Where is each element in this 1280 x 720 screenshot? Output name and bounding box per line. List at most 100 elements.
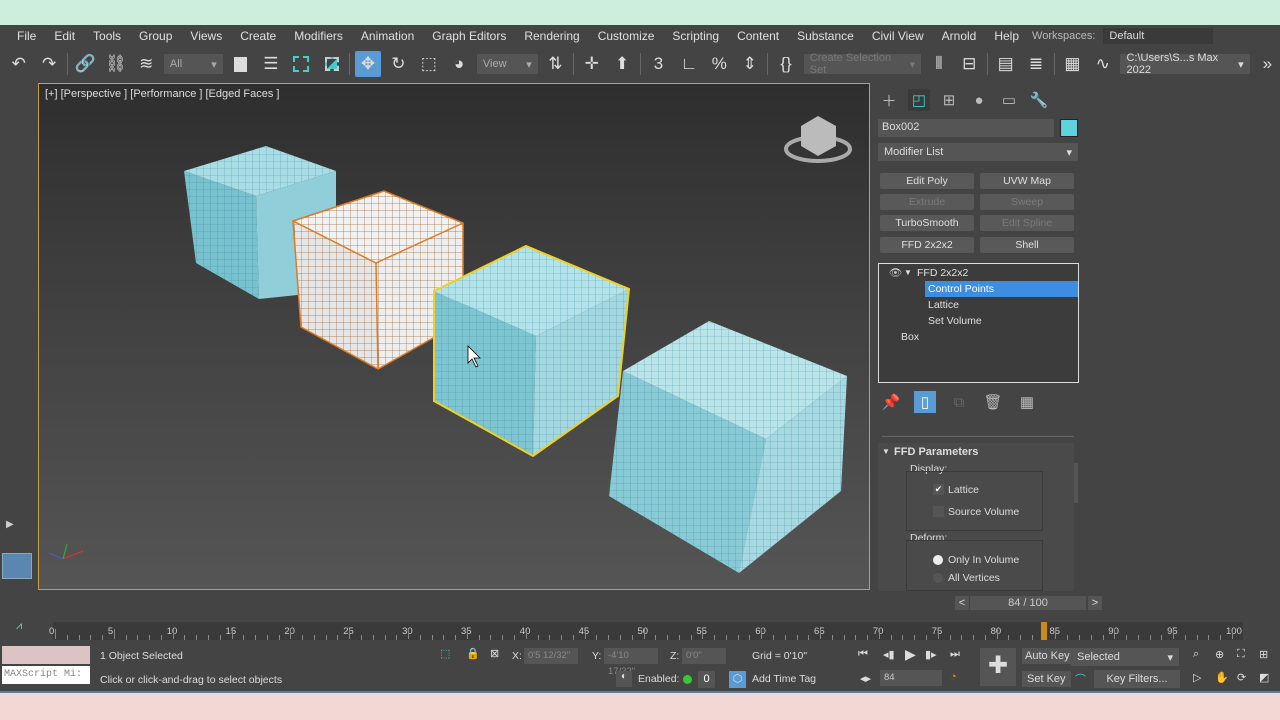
select-object-icon[interactable]	[228, 51, 253, 77]
unlink-icon[interactable]: ⛓	[103, 51, 128, 77]
set-key-button[interactable]: Set Key	[1022, 671, 1071, 687]
x-coordinate-field[interactable]: 0'5 12/32"	[524, 648, 578, 664]
time-slider[interactable]: 84 / 100	[970, 596, 1086, 610]
isolate-selection-icon[interactable]: ⬚	[440, 647, 450, 660]
window-crossing-icon[interactable]	[319, 51, 344, 77]
zero-counter-button[interactable]: 0	[698, 671, 715, 688]
stack-item-ffd[interactable]: FFD 2x2x2	[917, 265, 968, 281]
menu-views[interactable]: Views	[181, 29, 231, 43]
time-configuration-icon[interactable]: ◔	[950, 671, 957, 683]
keyboard-shortcut-override-icon[interactable]: ⬆	[609, 51, 634, 77]
selection-lock-icon[interactable]: 🔒	[466, 647, 480, 660]
only-in-volume-radio[interactable]	[933, 555, 943, 565]
rectangular-selection-icon[interactable]	[289, 51, 314, 77]
stack-item-lattice[interactable]: Lattice	[928, 297, 959, 313]
key-mode-toggle-icon[interactable]: ◂▸	[860, 672, 871, 685]
absolute-mode-icon[interactable]: ⊠	[490, 647, 499, 660]
menu-tools[interactable]: Tools	[84, 29, 130, 43]
zoom-icon[interactable]: ⌕	[1193, 648, 1199, 661]
modify-tab-icon[interactable]: ◰	[908, 89, 930, 111]
scale-icon[interactable]: ⬚	[416, 51, 441, 77]
edit-poly-button[interactable]: Edit Poly	[880, 173, 974, 189]
current-frame-field[interactable]: 84	[880, 670, 942, 686]
auto-key-button[interactable]: Auto Key	[1022, 648, 1073, 664]
menu-create[interactable]: Create	[231, 29, 285, 43]
current-frame-marker[interactable]	[1040, 622, 1047, 640]
scene-explorer-icon[interactable]: ▤	[993, 51, 1018, 77]
all-vertices-radio[interactable]	[933, 573, 943, 583]
object-name-field[interactable]: Box002	[878, 119, 1054, 137]
y-coordinate-field[interactable]: -4'10 17/32"	[604, 648, 658, 677]
rotate-icon[interactable]: ↻	[386, 51, 411, 77]
hierarchy-tab-icon[interactable]: ⊞	[938, 89, 960, 111]
reference-coordinate-dropdown[interactable]: View ▾	[476, 54, 538, 74]
menu-substance[interactable]: Substance	[788, 29, 863, 43]
expand-triangle-icon[interactable]: ▼	[904, 265, 912, 281]
menu-animation[interactable]: Animation	[352, 29, 423, 43]
go-to-start-icon[interactable]: ⏮	[858, 648, 868, 661]
adaptive-degradation-icon[interactable]: ◐	[616, 671, 632, 687]
curve-editor-icon[interactable]: ∿	[1090, 51, 1115, 77]
menu-file[interactable]: File	[8, 29, 45, 43]
zoom-extents-all-icon[interactable]: ⊞	[1259, 648, 1268, 661]
edit-spline-button[interactable]: Edit Spline	[980, 215, 1074, 231]
viewport-layout-icon[interactable]	[2, 553, 32, 579]
stack-item-control-points[interactable]: Control Points	[925, 281, 1078, 297]
pin-stack-icon[interactable]: 📌	[880, 391, 902, 413]
workspace-dropdown[interactable]: Default	[1103, 28, 1214, 44]
make-unique-icon[interactable]: ⧉	[948, 391, 970, 413]
move-icon[interactable]: ✥	[355, 51, 381, 77]
perspective-viewport[interactable]: [+] [Perspective ] [Performance ] [Edged…	[38, 83, 870, 590]
box-front[interactable]	[609, 321, 847, 573]
menu-edit[interactable]: Edit	[45, 29, 84, 43]
create-selection-set-dropdown[interactable]: Create Selection Set ▾	[803, 52, 922, 76]
set-key-big-button[interactable]: ✚	[980, 648, 1016, 686]
select-by-name-icon[interactable]: ☰	[258, 51, 283, 77]
next-frame-icon[interactable]: ▮▸	[925, 648, 937, 661]
menu-rendering[interactable]: Rendering	[515, 29, 588, 43]
pivot-center-icon[interactable]: ⇅	[543, 51, 568, 77]
more-tools-icon[interactable]: »	[1255, 51, 1280, 77]
key-filters-button[interactable]: Key Filters...	[1094, 670, 1180, 688]
key-mode-dropdown[interactable]: Selected ▾	[1071, 648, 1179, 666]
rollout-title[interactable]: FFD Parameters	[894, 446, 978, 458]
align-icon[interactable]: ⊟	[957, 51, 982, 77]
go-to-end-icon[interactable]: ⏭	[950, 648, 960, 661]
stack-item-set-volume[interactable]: Set Volume	[928, 313, 982, 329]
field-of-view-icon[interactable]: ▷	[1193, 671, 1201, 684]
curve-editor-toggle-icon[interactable]: ⩘	[16, 620, 22, 633]
pan-view-icon[interactable]: ✋	[1215, 671, 1229, 684]
select-manipulate-icon[interactable]: ✛	[579, 51, 604, 77]
next-frame-button[interactable]: >	[1088, 596, 1102, 610]
z-coordinate-field[interactable]: 0'0"	[682, 648, 726, 664]
remove-modifier-icon[interactable]: 🗑	[982, 391, 1004, 413]
viewcube-icon[interactable]	[784, 116, 852, 163]
menu-graph-editors[interactable]: Graph Editors	[423, 29, 515, 43]
toggle-ribbon-icon[interactable]: ▦	[1060, 51, 1085, 77]
extrude-button[interactable]: Extrude	[880, 194, 974, 210]
prev-frame-button[interactable]: <	[955, 596, 969, 610]
display-tab-icon[interactable]: ▭	[998, 89, 1020, 111]
utilities-tab-icon[interactable]: 🔧	[1028, 89, 1050, 111]
modifier-list-dropdown[interactable]: Modifier List ▾	[878, 143, 1078, 161]
turbosmooth-button[interactable]: TurboSmooth	[880, 215, 974, 231]
menu-modifiers[interactable]: Modifiers	[285, 29, 352, 43]
ffd-button[interactable]: FFD 2x2x2	[880, 237, 974, 253]
spinner-snap-icon[interactable]: ⇕	[737, 51, 762, 77]
placement-icon[interactable]: ◕	[447, 51, 472, 77]
shell-button[interactable]: Shell	[980, 237, 1074, 253]
percent-snap-icon[interactable]: %	[707, 51, 732, 77]
snaps-toggle-icon[interactable]: 3	[646, 51, 671, 77]
edit-named-selection-icon[interactable]: {}	[773, 51, 798, 77]
maxscript-input[interactable]: MAXScript Mi:	[2, 666, 90, 684]
menu-civil-view[interactable]: Civil View	[863, 29, 933, 43]
link-icon[interactable]: 🔗	[73, 51, 98, 77]
source-volume-checkbox[interactable]	[933, 506, 944, 517]
menu-arnold[interactable]: Arnold	[933, 29, 986, 43]
object-color-swatch[interactable]	[1060, 119, 1078, 137]
panel-scrollbar[interactable]	[1074, 463, 1078, 503]
motion-tab-icon[interactable]: ●	[968, 89, 990, 111]
bind-space-warp-icon[interactable]: ≋	[134, 51, 159, 77]
rollout-collapse-icon[interactable]: ▼	[882, 447, 890, 456]
menu-group[interactable]: Group	[130, 29, 181, 43]
